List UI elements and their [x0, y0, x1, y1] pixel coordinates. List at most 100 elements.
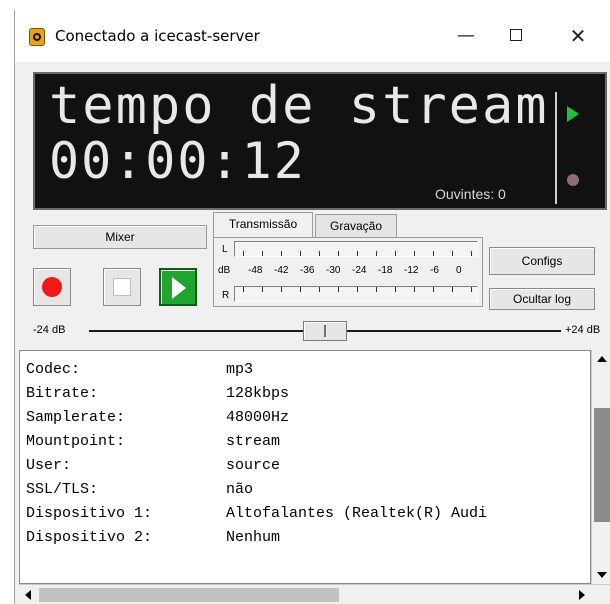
scroll-right-icon[interactable]: [571, 585, 591, 604]
vu-scale-label: -30: [326, 265, 341, 276]
log-key: Bitrate:: [26, 385, 99, 402]
scroll-down-icon[interactable]: [592, 566, 610, 584]
log-key: SSL/TLS:: [26, 481, 99, 498]
listeners-count: Ouvintes: 0: [435, 186, 506, 202]
log-line: Mountpoint: stream: [26, 431, 280, 450]
vu-tick: [319, 287, 320, 292]
vu-tick: [338, 287, 339, 292]
log-key: Samplerate:: [26, 409, 126, 426]
scroll-left-icon[interactable]: [19, 585, 39, 604]
gain-slider-thumb[interactable]: [303, 321, 347, 341]
stop-icon: [113, 278, 131, 296]
vertical-scroll-thumb[interactable]: [594, 408, 610, 522]
vu-tick: [433, 287, 434, 292]
tab-transmissao[interactable]: Transmissão: [213, 212, 313, 238]
log-line: SSL/TLS: não: [26, 479, 253, 498]
speaker-app-icon: [29, 28, 45, 46]
vu-scale-label: -48: [248, 265, 263, 276]
vu-scale-label: -24: [352, 265, 367, 276]
play-icon: [172, 277, 186, 299]
vu-tick: [376, 251, 377, 256]
mixer-button[interactable]: Mixer: [33, 225, 207, 249]
vu-tick: [262, 287, 263, 292]
log-panel[interactable]: Codec: mp3 Bitrate: 128kbps Samplerate: 48000…: [19, 350, 591, 584]
app-window: Conectado a icecast-server — ✕ tempo de …: [14, 10, 610, 604]
play-button[interactable]: [159, 268, 197, 306]
maximize-button[interactable]: [493, 22, 539, 52]
vu-tick: [414, 287, 415, 292]
vu-scale-label: -42: [274, 265, 289, 276]
record-icon: [42, 277, 62, 297]
vu-tick: [452, 251, 453, 256]
vu-tick: [452, 287, 453, 292]
configs-button[interactable]: Configs: [489, 247, 595, 275]
vu-scale: -48 -42 -36 -30 -24 -18 -12 -6 0: [234, 265, 478, 279]
vu-tick: [395, 287, 396, 292]
log-key: Dispositivo 1:: [26, 505, 153, 522]
log-key: Codec:: [26, 361, 81, 378]
recording-indicator-icon: [567, 174, 579, 186]
vu-tick: [395, 251, 396, 256]
vu-right-bar: [234, 286, 478, 302]
vu-tick: [319, 251, 320, 256]
vu-tick: [300, 251, 301, 256]
vu-tick: [243, 251, 244, 256]
status-display: tempo de stream 00:00:12 Ouvintes: 0: [33, 72, 607, 210]
vu-tick: [471, 251, 472, 256]
vu-tick: [338, 251, 339, 256]
log-value: não: [226, 481, 254, 498]
vu-meter: L dB -48 -42 -36 -30 -24 -18 -12 -6 0 R: [213, 237, 483, 307]
vu-left-label: L: [222, 244, 228, 255]
vu-scale-label: -6: [430, 265, 439, 276]
vu-tick: [433, 251, 434, 256]
vu-tick: [376, 287, 377, 292]
horizontal-scroll-thumb[interactable]: [39, 588, 339, 602]
vu-tick: [414, 251, 415, 256]
minimize-button[interactable]: —: [443, 22, 489, 52]
stop-button[interactable]: [103, 268, 141, 306]
log-horizontal-scrollbar[interactable]: [19, 584, 610, 604]
log-key: Dispositivo 2:: [26, 529, 153, 546]
vu-tick: [243, 287, 244, 292]
vu-tick: [357, 251, 358, 256]
vu-tick: [471, 287, 472, 292]
log-vertical-scrollbar[interactable]: [591, 350, 610, 584]
vu-tick: [300, 287, 301, 292]
streaming-indicator-icon: [567, 106, 579, 122]
vu-tick: [281, 251, 282, 256]
record-button[interactable]: [33, 268, 71, 306]
vu-tick: [262, 251, 263, 256]
close-button[interactable]: ✕: [555, 22, 601, 52]
log-line: Samplerate: 48000Hz: [26, 407, 289, 426]
tab-gravacao[interactable]: Gravação: [315, 214, 397, 238]
log-value: stream: [226, 433, 281, 450]
vu-scale-label: -12: [404, 265, 419, 276]
log-value: source: [226, 457, 281, 474]
vu-tick: [281, 287, 282, 292]
display-divider: [555, 92, 557, 204]
vu-scale-label: 0: [456, 265, 462, 276]
vu-right-label: R: [222, 290, 230, 301]
vu-scale-label: -36: [300, 265, 315, 276]
log-line: Dispositivo 2: Nenhum: [26, 527, 280, 546]
log-value: mp3: [226, 361, 254, 378]
title-bar[interactable]: Conectado a icecast-server — ✕: [15, 10, 610, 62]
hide-log-button[interactable]: Ocultar log: [489, 288, 595, 310]
window-title: Conectado a icecast-server: [55, 27, 260, 45]
log-line: User: source: [26, 455, 280, 474]
log-value: Altofalantes (Realtek(R) Audi: [226, 505, 488, 522]
vu-db-label: dB: [218, 265, 231, 276]
maximize-icon: [510, 28, 522, 41]
gain-max-label: +24 dB: [565, 324, 601, 336]
scroll-up-icon[interactable]: [592, 350, 610, 368]
log-line: Dispositivo 1: Altofalantes (Realtek(R) A…: [26, 503, 487, 522]
log-value: 128kbps: [226, 385, 290, 402]
log-line: Bitrate: 128kbps: [26, 383, 289, 402]
vu-tick: [357, 287, 358, 292]
log-value: Nenhum: [226, 529, 281, 546]
log-value: 48000Hz: [226, 409, 290, 426]
vu-left-bar: [234, 241, 478, 257]
stream-timer: 00:00:12: [49, 132, 306, 190]
display-caption: tempo de stream: [49, 76, 549, 136]
log-line: Codec: mp3: [26, 359, 253, 378]
